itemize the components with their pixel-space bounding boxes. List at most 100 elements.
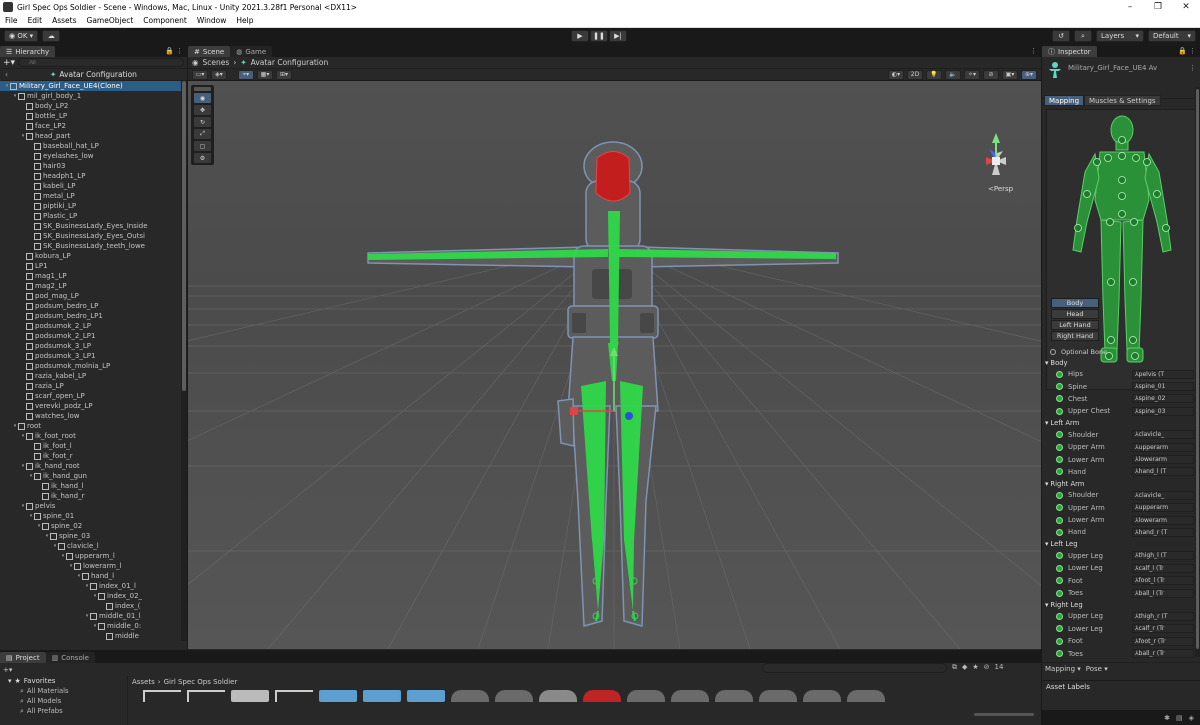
pose-dropdown[interactable]: Pose ▾: [1086, 665, 1108, 673]
hierarchy-item[interactable]: pod_mag_LP: [0, 291, 187, 301]
cloud-button[interactable]: ☁: [42, 30, 61, 42]
hierarchy-item[interactable]: podsumok_2_LP1: [0, 331, 187, 341]
material-sphere[interactable]: [583, 690, 621, 702]
hierarchy-item[interactable]: podsum_bedro_LP: [0, 301, 187, 311]
tab-inspector[interactable]: ⓘ Inspector: [1042, 46, 1097, 57]
gizmos-dropdown[interactable]: ⊕▾: [1021, 69, 1037, 80]
favorite-icon[interactable]: ★: [972, 663, 978, 672]
mapping-dropdown[interactable]: Mapping ▾: [1045, 665, 1081, 673]
thumbnail-size-slider[interactable]: [974, 713, 1034, 716]
material-sphere[interactable]: [495, 690, 533, 702]
asset-thumbnail[interactable]: [275, 690, 313, 702]
project-search-input[interactable]: [762, 663, 947, 673]
hierarchy-item[interactable]: podsumok_3_LP: [0, 341, 187, 351]
material-sphere[interactable]: [539, 690, 577, 702]
body-part-left-hand[interactable]: Left Hand: [1051, 320, 1099, 330]
view-tool[interactable]: ◉: [194, 93, 211, 103]
hierarchy-item[interactable]: SK_BusinessLady_teeth_lowe: [0, 241, 187, 251]
layout-dropdown[interactable]: Default ▾: [1148, 30, 1196, 42]
rotate-tool[interactable]: ↻: [194, 117, 211, 127]
asset-thumbnail[interactable]: [187, 690, 225, 702]
hierarchy-item[interactable]: ▾ mil_girl_body_1: [0, 91, 187, 101]
bone-group-header[interactable]: ▾ Left Arm: [1042, 418, 1194, 429]
bone-transform-field[interactable]: ⅄clavicle_: [1132, 430, 1194, 440]
shading-dropdown[interactable]: ◈▾: [211, 69, 227, 80]
hierarchy-item[interactable]: ik_foot_r: [0, 451, 187, 461]
hierarchy-item[interactable]: face_LP2: [0, 121, 187, 131]
bone-transform-field[interactable]: ⅄calf_r (Tr: [1132, 624, 1194, 634]
draw-mode-dropdown[interactable]: ▭▾: [192, 69, 208, 80]
tab-hierarchy[interactable]: ☰ Hierarchy: [0, 46, 56, 57]
hierarchy-item[interactable]: index_(: [0, 601, 187, 611]
breadcrumb-current[interactable]: Avatar Configuration: [251, 58, 329, 67]
material-sphere[interactable]: [627, 690, 665, 702]
history-button[interactable]: ↺: [1052, 30, 1070, 42]
hierarchy-item[interactable]: SK_BusinessLady_Eyes_Outsi: [0, 231, 187, 241]
lighting-toggle[interactable]: 💡: [926, 69, 942, 80]
bone-transform-field[interactable]: ⅄thigh_r (T: [1132, 611, 1194, 621]
hierarchy-item[interactable]: ▾ Military_Girl_Face_UE4(Clone): [0, 81, 187, 91]
hierarchy-item[interactable]: LP1: [0, 261, 187, 271]
hierarchy-item[interactable]: ▾ head_part: [0, 131, 187, 141]
bone-transform-field[interactable]: ⅄pelvis (T: [1132, 369, 1194, 379]
camera-dropdown[interactable]: ▣▾: [1002, 69, 1018, 80]
toggle-2d-button[interactable]: 2D: [907, 69, 923, 80]
scrollbar-thumb[interactable]: [1196, 89, 1199, 649]
tab-muscles-settings[interactable]: Muscles & Settings: [1084, 95, 1161, 106]
tab-project[interactable]: ▤ Project: [0, 652, 46, 663]
hierarchy-item[interactable]: mag2_LP: [0, 281, 187, 291]
bone-group-header[interactable]: ▾ Right Leg: [1042, 599, 1194, 610]
menu-component[interactable]: Component: [138, 16, 192, 25]
menu-assets[interactable]: Assets: [47, 16, 81, 25]
panel-menu-icon[interactable]: 🔒 ⋮: [1178, 47, 1200, 55]
hierarchy-item[interactable]: eyelashes_low: [0, 151, 187, 161]
hierarchy-item[interactable]: ik_hand_l: [0, 481, 187, 491]
body-part-head[interactable]: Head: [1051, 309, 1099, 319]
asset-labels-header[interactable]: Asset Labels: [1042, 680, 1200, 692]
hierarchy-item[interactable]: ▾ middle_01_l: [0, 611, 187, 621]
bone-transform-field[interactable]: ⅄spine_01: [1132, 382, 1194, 392]
hierarchy-item[interactable]: metal_LP: [0, 191, 187, 201]
bone-group-header[interactable]: ▾ Body: [1042, 357, 1194, 368]
scene-viewport[interactable]: ◉ ✥ ↻ ⤢ ▢ ⚙ <Persp: [188, 81, 1041, 649]
hierarchy-item[interactable]: ▾ clavicle_l: [0, 541, 187, 551]
hierarchy-item[interactable]: razia_LP: [0, 381, 187, 391]
material-sphere[interactable]: [759, 690, 797, 702]
prefab-icon[interactable]: [363, 690, 401, 702]
hierarchy-item[interactable]: ▾ spine_02: [0, 521, 187, 531]
persp-label[interactable]: <Persp: [988, 185, 1013, 193]
menu-file[interactable]: File: [0, 16, 23, 25]
path-assets[interactable]: Assets: [132, 678, 155, 686]
filter-label-icon[interactable]: ◆: [962, 663, 967, 672]
hierarchy-search-input[interactable]: [18, 58, 184, 67]
pause-button[interactable]: ❚❚: [590, 30, 608, 42]
scale-tool[interactable]: ⤢: [194, 129, 211, 139]
hierarchy-item[interactable]: verevki_podz_LP: [0, 401, 187, 411]
custom-tool[interactable]: ⚙: [194, 153, 211, 163]
hierarchy-item[interactable]: Plastic_LP: [0, 211, 187, 221]
maximize-button[interactable]: ❐: [1144, 2, 1172, 12]
hierarchy-item[interactable]: ▾ index_01_l: [0, 581, 187, 591]
hierarchy-scrollbar[interactable]: [181, 81, 187, 641]
rect-tool[interactable]: ▢: [194, 141, 211, 151]
scrollbar-thumb[interactable]: [182, 81, 186, 391]
breadcrumb-scenes[interactable]: Scenes: [203, 58, 230, 67]
bug-icon[interactable]: ✱: [1164, 714, 1170, 722]
material-sphere[interactable]: [715, 690, 753, 702]
hierarchy-item[interactable]: ▾ upperarm_l: [0, 551, 187, 561]
hierarchy-item[interactable]: ▾ index_02_: [0, 591, 187, 601]
hierarchy-item[interactable]: kobura_LP: [0, 251, 187, 261]
minimize-button[interactable]: –: [1116, 2, 1144, 12]
bone-transform-field[interactable]: ⅄spine_02: [1132, 394, 1194, 404]
settings-icon[interactable]: ⋮: [1189, 61, 1196, 72]
tab-console[interactable]: ▥ Console: [45, 652, 95, 663]
hierarchy-item[interactable]: scarf_open_LP: [0, 391, 187, 401]
hierarchy-item[interactable]: ▾ root: [0, 421, 187, 431]
path-current-folder[interactable]: Girl Spec Ops Soldier: [164, 678, 238, 686]
hierarchy-item[interactable]: ▾ hand_l: [0, 571, 187, 581]
bone-transform-field[interactable]: ⅄clavicle_: [1132, 490, 1194, 500]
hierarchy-item[interactable]: headph1_LP: [0, 171, 187, 181]
material-sphere[interactable]: [847, 690, 885, 702]
bone-transform-field[interactable]: ⅄upperarm: [1132, 442, 1194, 452]
hierarchy-item[interactable]: ik_hand_r: [0, 491, 187, 501]
